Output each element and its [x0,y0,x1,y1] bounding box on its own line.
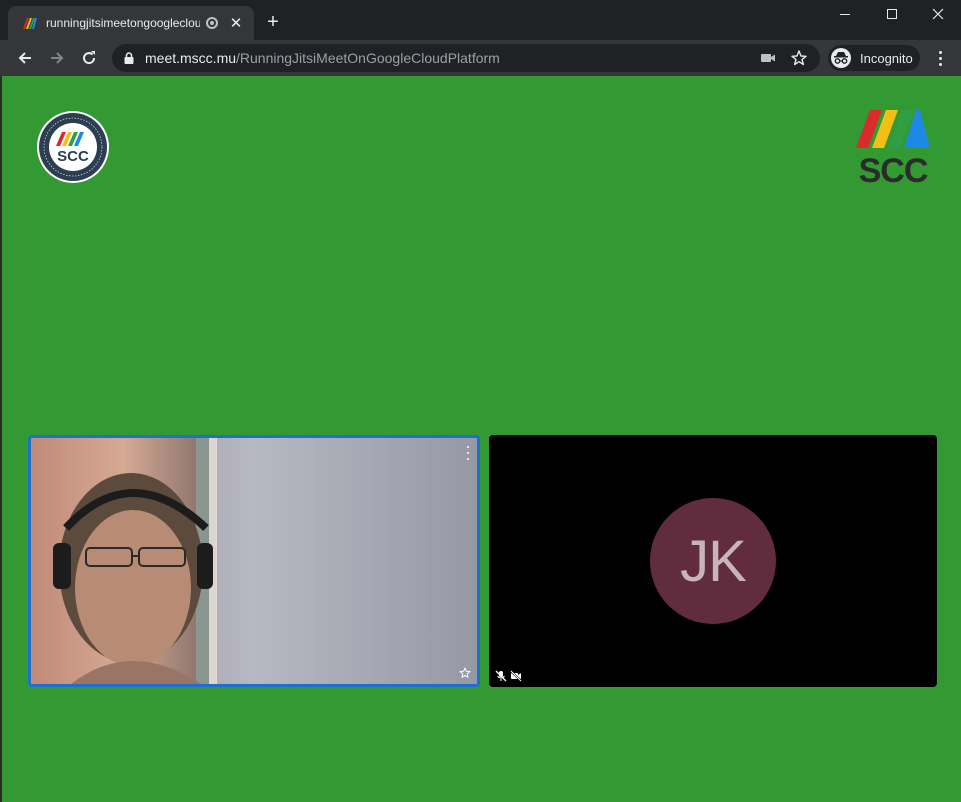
more-vert-dot [467,446,469,448]
incognito-icon [831,48,851,68]
address-bar[interactable]: meet.mscc.mu/RunningJitsiMeetOnGoogleClo… [112,44,820,72]
window-minimize-button[interactable] [822,0,868,28]
forward-button[interactable] [43,44,71,72]
mic-muted-icon [495,670,507,682]
back-arrow-icon [18,52,31,64]
forward-arrow-icon [51,52,64,64]
avatar-initials: JK [680,528,747,594]
incognito-indicator[interactable]: Incognito [828,45,920,71]
browser-title-bar: runningjitsimeetongooglecloudplatform ✕ … [0,0,961,40]
back-button[interactable] [11,44,39,72]
new-tab-button[interactable]: + [262,10,284,34]
participant-status-icons [495,670,522,682]
incognito-label: Incognito [860,50,913,66]
meeting-page: SCC SCC JK [0,76,961,802]
mscc-round-logo[interactable]: SCC [36,110,110,184]
star-icon[interactable] [790,49,808,67]
browser-menu-button[interactable] [930,48,950,68]
more-vert-dot [467,458,469,460]
local-video-feed [31,438,477,684]
reload-button[interactable] [75,44,103,72]
camera-icon[interactable] [760,51,776,65]
tab-recording-indicator-icon [206,17,218,29]
browser-toolbar: meet.mscc.mu/RunningJitsiMeetOnGoogleClo… [0,40,961,76]
minimize-icon [840,13,850,15]
window-maximize-button[interactable] [869,0,915,28]
scc-favicon-icon [23,18,37,29]
window-close-button[interactable] [915,0,961,28]
tab-close-button[interactable]: ✕ [228,14,244,32]
remote-participant-tile[interactable]: JK [489,435,937,687]
scc-logo[interactable]: SCC [854,108,932,190]
more-vert-dot [938,56,942,60]
right-logo-text: SCC [859,152,928,184]
star-icon[interactable] [459,667,471,679]
maximize-icon [887,9,897,19]
browser-tab-active[interactable]: runningjitsimeetongooglecloudplatform ✕ [8,6,254,40]
camera-off-icon [510,670,522,682]
tile-options-button[interactable] [465,446,471,460]
local-video-tile[interactable] [28,435,480,687]
url-path: /RunningJitsiMeetOnGoogleCloudPlatform [236,50,500,66]
reload-icon [83,51,96,65]
more-vert-dot [467,452,469,454]
more-vert-icon [938,50,942,54]
close-icon [932,8,944,20]
left-logo-text: SCC [57,148,89,165]
lock-icon[interactable] [122,51,136,65]
url-host: meet.mscc.mu [145,50,237,66]
participant-avatar: JK [650,498,776,624]
more-vert-dot [938,62,942,66]
tab-title: runningjitsimeetongooglecloudplatform [46,16,200,30]
